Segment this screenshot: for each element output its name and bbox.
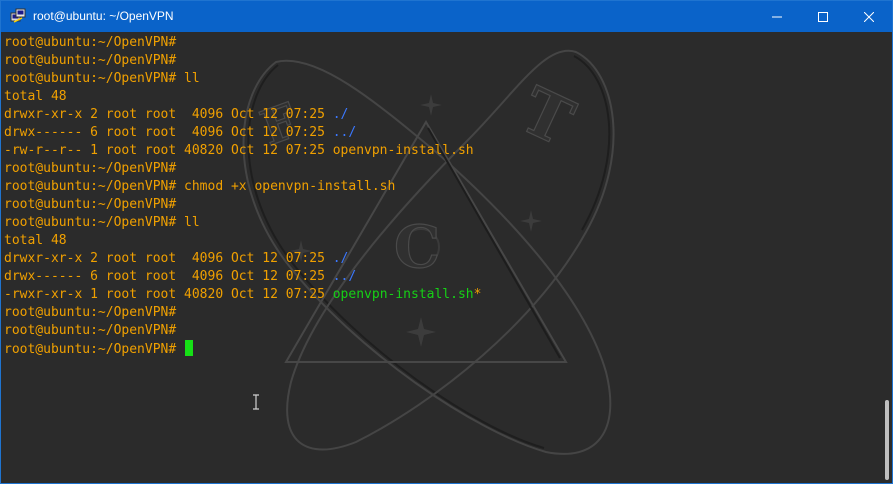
line-text: root@ubuntu:~/OpenVPN#	[4, 53, 177, 68]
directory-name: ../	[332, 269, 357, 284]
terminal-line: -rw-r--r-- 1 root root 40820 Oct 12 07:2…	[4, 142, 481, 160]
vertical-scrollbar[interactable]	[880, 32, 892, 483]
line-text: drwx------ 6 root root 4096 Oct 12 07:25	[4, 269, 333, 284]
terminal-line: root@ubuntu:~/OpenVPN#	[4, 34, 481, 52]
terminal-line: total 48	[4, 232, 481, 250]
line-text: drwxr-xr-x 2 root root 4096 Oct 12 07:25	[4, 107, 333, 122]
close-icon	[864, 11, 874, 22]
maximize-icon	[818, 11, 828, 22]
line-text: -rwxr-xr-x 1 root root 40820 Oct 12 07:2…	[4, 287, 333, 302]
line-text: drwxr-xr-x 2 root root 4096 Oct 12 07:25	[4, 251, 333, 266]
terminal-line: drwx------ 6 root root 4096 Oct 12 07:25…	[4, 268, 481, 286]
line-text: root@ubuntu:~/OpenVPN#	[4, 342, 185, 357]
terminal-line: drwx------ 6 root root 4096 Oct 12 07:25…	[4, 124, 481, 142]
svg-text:T: T	[509, 73, 584, 161]
terminal-line: root@ubuntu:~/OpenVPN# ll	[4, 70, 481, 88]
line-text: root@ubuntu:~/OpenVPN#	[4, 197, 177, 212]
terminal-line: root@ubuntu:~/OpenVPN#	[4, 160, 481, 178]
terminal-line: drwxr-xr-x 2 root root 4096 Oct 12 07:25…	[4, 106, 481, 124]
directory-name: ./	[332, 107, 349, 122]
line-text: root@ubuntu:~/OpenVPN#	[4, 161, 177, 176]
terminal-line: root@ubuntu:~/OpenVPN# chmod +x openvpn-…	[4, 178, 481, 196]
line-text: root@ubuntu:~/OpenVPN#	[4, 305, 177, 320]
line-text: root@ubuntu:~/OpenVPN#	[4, 35, 177, 50]
line-text: root@ubuntu:~/OpenVPN# chmod +x openvpn-…	[4, 179, 396, 194]
putty-icon[interactable]	[10, 8, 26, 24]
line-text: root@ubuntu:~/OpenVPN# ll	[4, 71, 200, 86]
line-text: total 48	[4, 89, 67, 104]
directory-name: ./	[332, 251, 349, 266]
maximize-button[interactable]	[800, 1, 846, 32]
minimize-icon	[772, 16, 782, 17]
terminal-line: root@ubuntu:~/OpenVPN#	[4, 340, 481, 358]
terminal-line: root@ubuntu:~/OpenVPN#	[4, 196, 481, 214]
terminal-line: root@ubuntu:~/OpenVPN#	[4, 304, 481, 322]
title-bar[interactable]: root@ubuntu: ~/OpenVPN	[1, 1, 892, 32]
line-text: total 48	[4, 233, 67, 248]
minimize-button[interactable]	[754, 1, 800, 32]
text-cursor-icon	[253, 394, 259, 410]
line-text: -rw-r--r-- 1 root root 40820 Oct 12 07:2…	[4, 143, 474, 158]
scrollbar-thumb[interactable]	[885, 400, 889, 480]
terminal-line: drwxr-xr-x 2 root root 4096 Oct 12 07:25…	[4, 250, 481, 268]
terminal-cursor	[185, 340, 194, 356]
line-text: root@ubuntu:~/OpenVPN#	[4, 323, 177, 338]
directory-name: ../	[332, 125, 357, 140]
terminal-line: root@ubuntu:~/OpenVPN#	[4, 52, 481, 70]
terminal-window: root@ubuntu: ~/OpenVPN F T C root@ubuntu…	[0, 0, 893, 484]
terminal-line: root@ubuntu:~/OpenVPN# ll	[4, 214, 481, 232]
executable-name: openvpn-install.sh	[332, 287, 474, 302]
terminal-lines: root@ubuntu:~/OpenVPN# root@ubuntu:~/Open…	[4, 34, 481, 358]
close-button[interactable]	[846, 1, 892, 32]
line-text: drwx------ 6 root root 4096 Oct 12 07:25	[4, 125, 333, 140]
terminal-output[interactable]: F T C root@ubuntu:~/OpenVPN# root@ubuntu:…	[1, 32, 892, 483]
line-text: root@ubuntu:~/OpenVPN# ll	[4, 215, 200, 230]
terminal-line: root@ubuntu:~/OpenVPN#	[4, 322, 481, 340]
terminal-line: -rwxr-xr-x 1 root root 40820 Oct 12 07:2…	[4, 286, 481, 304]
window-title: root@ubuntu: ~/OpenVPN	[33, 9, 174, 23]
terminal-line: total 48	[4, 88, 481, 106]
line-text: *	[473, 287, 482, 302]
